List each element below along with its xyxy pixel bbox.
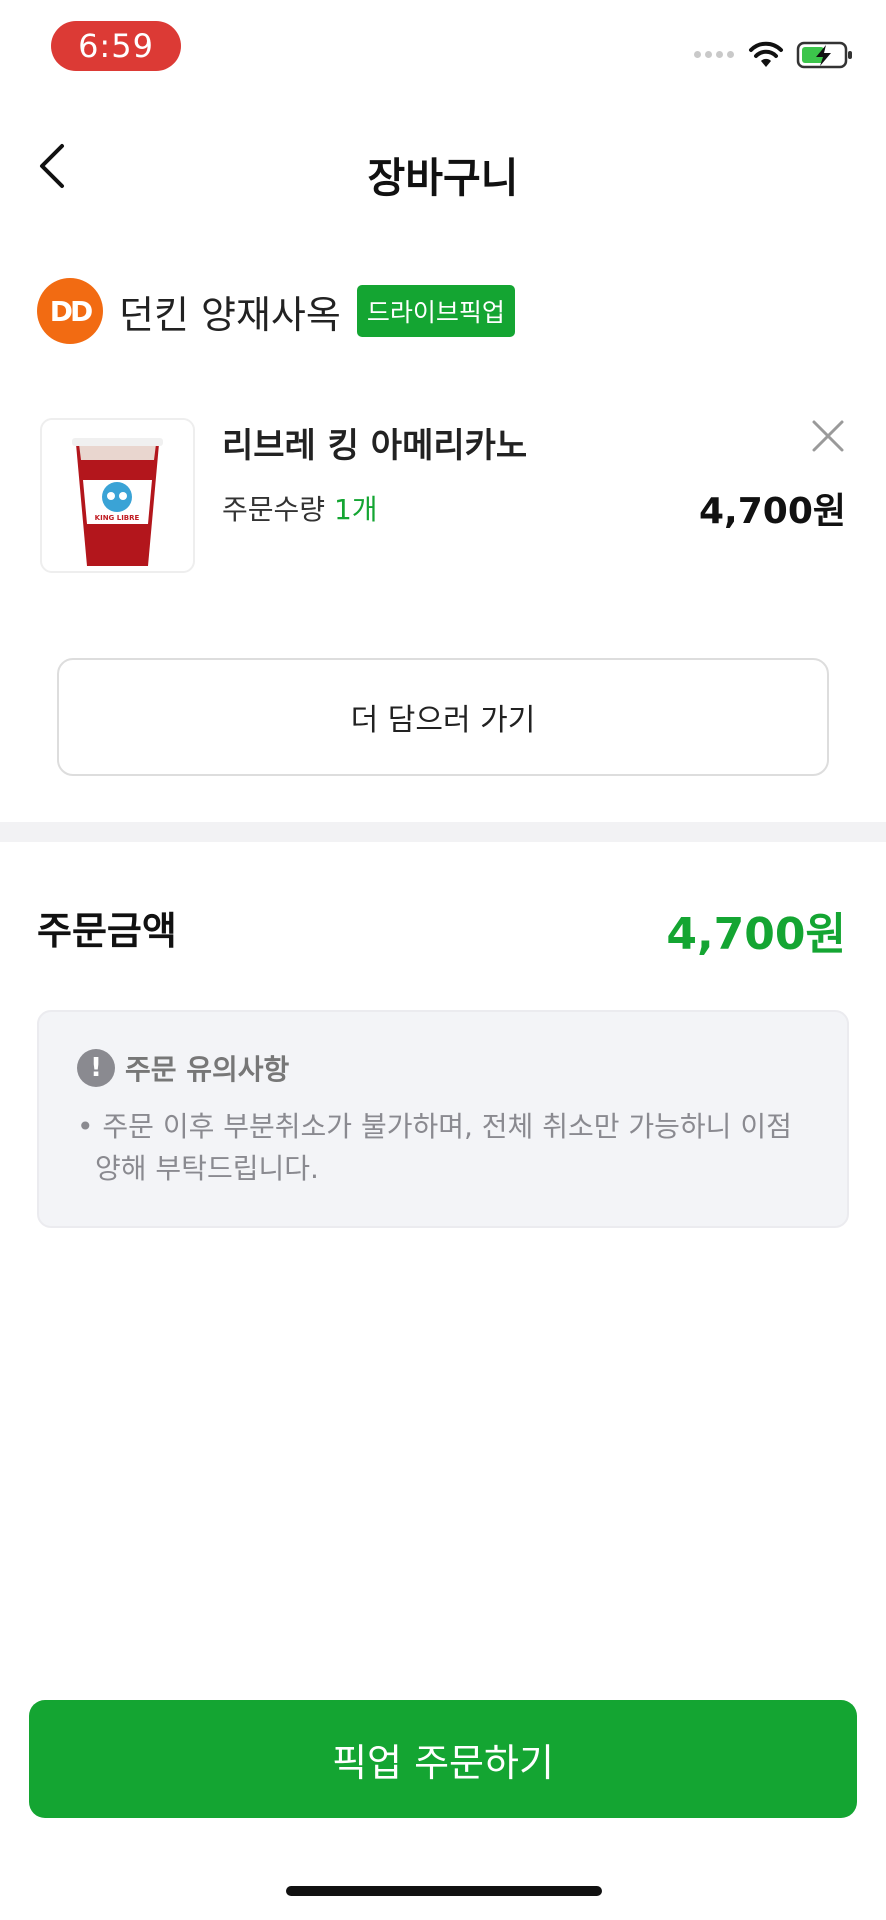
order-notice: ! 주문 유의사항 • 주문 이후 부분취소가 불가하며, 전체 취소만 가능하…	[37, 1010, 849, 1228]
remove-item-button[interactable]	[810, 418, 846, 454]
notice-title: 주문 유의사항	[125, 1053, 290, 1086]
order-total-value: 4,700원	[666, 909, 846, 960]
exclamation-icon: !	[77, 1049, 115, 1087]
order-total-label: 주문금액	[37, 909, 177, 953]
item-name: 리브레 킹 아메리카노	[222, 426, 528, 466]
item-image: KING LIBRE	[40, 418, 195, 573]
pickup-order-button[interactable]: 픽업 주문하기	[29, 1700, 857, 1818]
pickup-type-badge: 드라이브픽업	[356, 285, 515, 337]
quantity-label: 주문수량	[222, 493, 326, 526]
add-more-button[interactable]: 더 담으러 가기	[57, 658, 829, 776]
item-image-caption: KING LIBRE	[95, 514, 140, 522]
section-divider	[0, 822, 886, 842]
item-price: 4,700원	[699, 491, 846, 532]
item-quantity: 주문수량 1개	[222, 488, 378, 528]
quantity-value: 1개	[333, 493, 378, 526]
notice-header: ! 주문 유의사항	[77, 1048, 809, 1088]
close-icon	[812, 420, 844, 452]
notice-text: • 주문 이후 부분취소가 불가하며, 전체 취소만 가능하니 이점 양해 부탁…	[77, 1110, 792, 1185]
store-row: DD 던킨 양재사옥 드라이브픽업	[37, 278, 515, 344]
status-time: 6:59	[51, 21, 181, 71]
status-indicators	[694, 38, 854, 72]
battery-charging-icon	[796, 41, 852, 69]
page-title: 장바구니	[367, 154, 519, 202]
store-name: 던킨 양재사옥	[119, 292, 341, 337]
cellular-signal-icon	[694, 51, 736, 59]
wifi-icon	[749, 41, 783, 67]
store-logo: DD	[37, 278, 103, 344]
home-indicator	[286, 1886, 602, 1896]
